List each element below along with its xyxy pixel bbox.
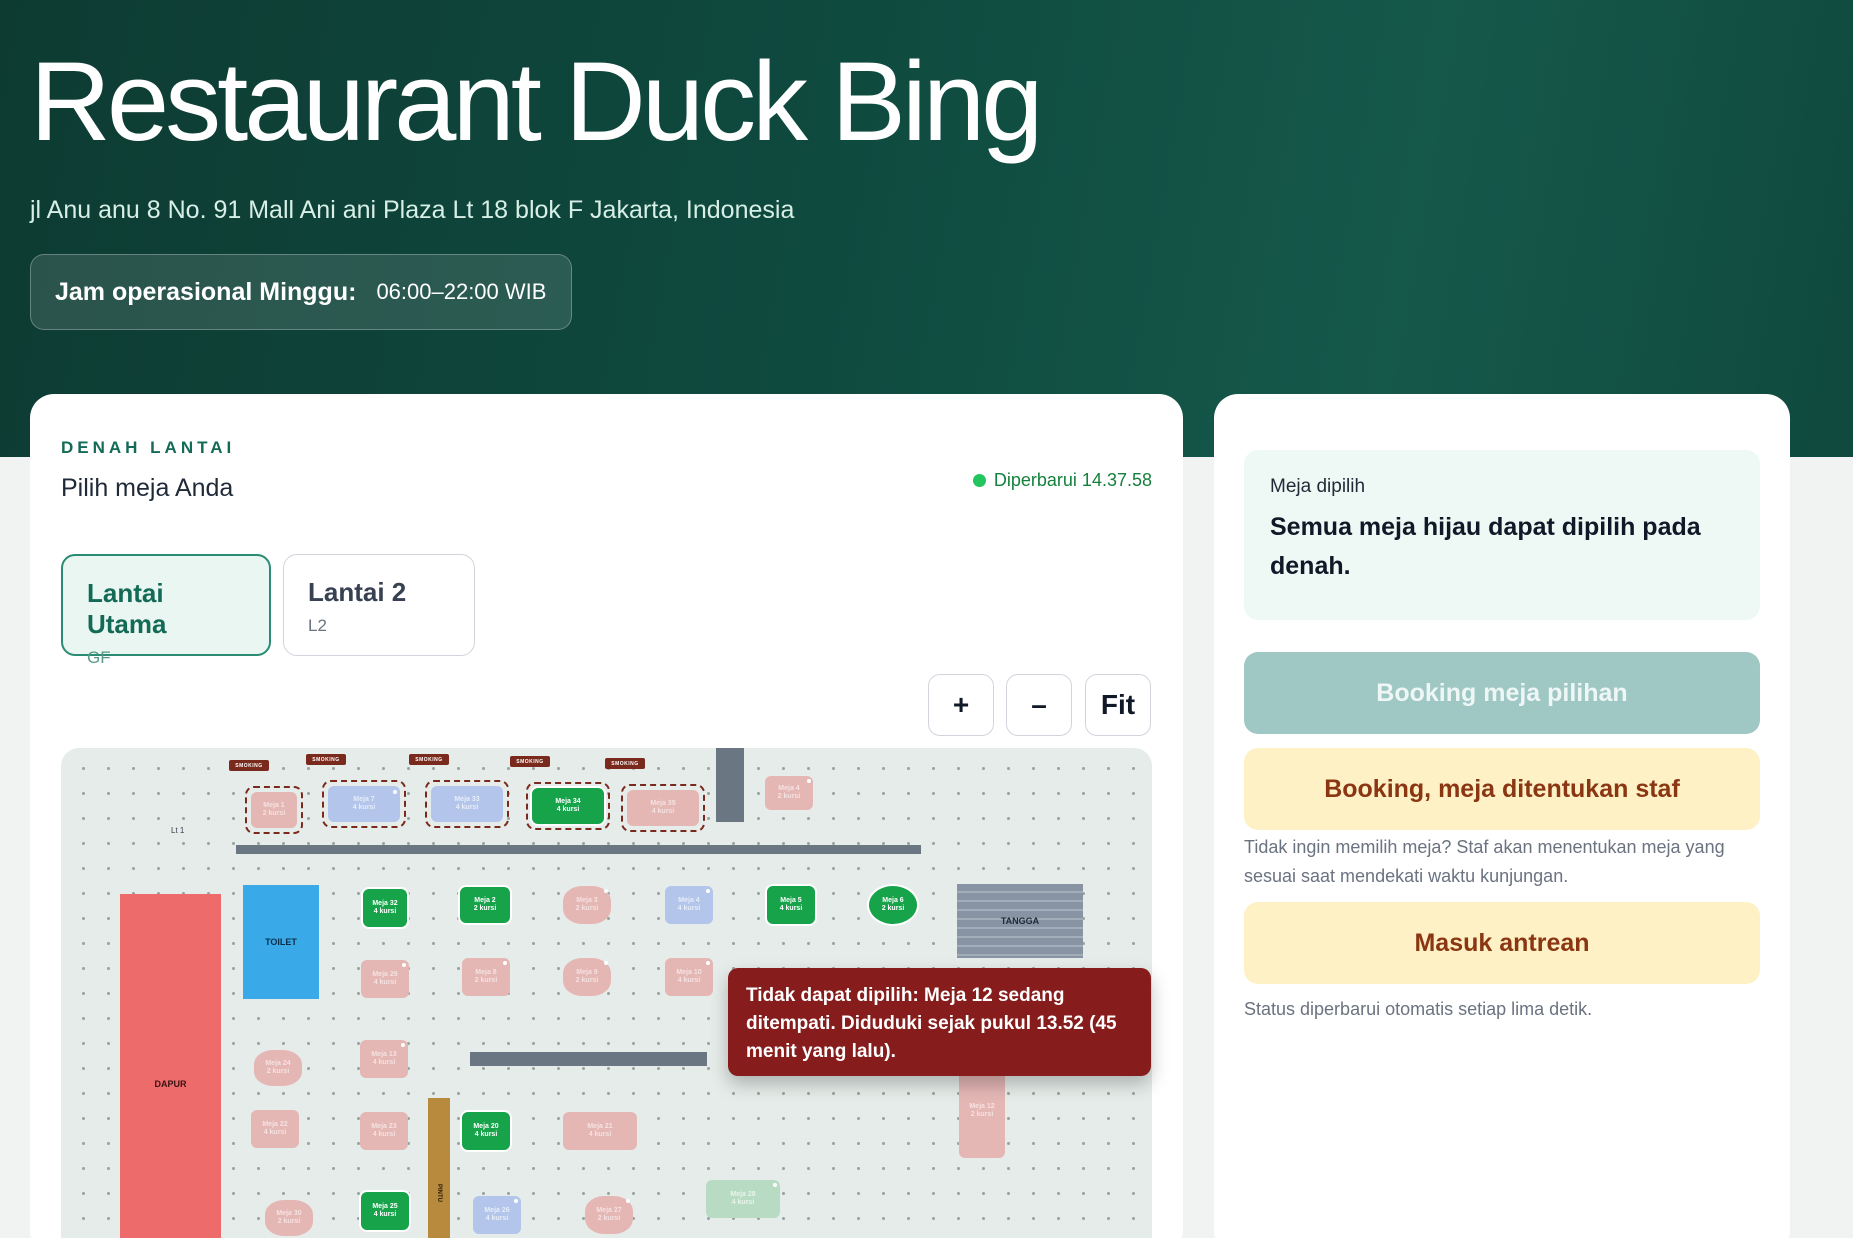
auto-update-note: Status diperbarui otomatis setiap lima d…: [1244, 999, 1593, 1019]
table-indicator: [604, 961, 608, 965]
tab-code: GF: [87, 648, 111, 667]
table-meja-12[interactable]: Meja 12 2 kursi: [959, 1064, 1005, 1158]
smoking-tag: SMOKING: [229, 760, 269, 771]
table-meja-30[interactable]: Meja 30 2 kursi: [265, 1200, 313, 1236]
smoking-tag: SMOKING: [605, 758, 645, 769]
zoom-in-button[interactable]: +: [928, 674, 994, 736]
book-staff-assigned-button[interactable]: Booking, meja ditentukan staf: [1244, 748, 1760, 830]
kitchen-area: DAPUR: [120, 894, 221, 1238]
table-meja-35[interactable]: Meja 35 4 kursi: [627, 790, 699, 826]
join-queue-button[interactable]: Masuk antrean: [1244, 902, 1760, 984]
smoking-tag: SMOKING: [306, 754, 346, 765]
restaurant-name: Restaurant Duck Bing: [30, 39, 1043, 164]
table-indicator: [503, 961, 507, 965]
table-meja-4[interactable]: Meja 4 2 kursi: [765, 776, 813, 810]
wall: [716, 748, 744, 822]
table-indicator: [604, 889, 608, 893]
opening-hours-badge: Jam operasional Minggu: 06:00–22:00 WIB: [30, 254, 572, 330]
table-meja-6[interactable]: Meja 6 2 kursi: [869, 886, 917, 924]
restaurant-address: jl Anu anu 8 No. 91 Mall Ani ani Plaza L…: [30, 196, 795, 224]
table-indicator: [706, 889, 710, 893]
smoking-tag: SMOKING: [510, 756, 550, 767]
last-updated-text: Diperbarui 14.37.58: [993, 470, 1152, 490]
table-indicator: [401, 1043, 405, 1047]
book-selected-table-button[interactable]: Booking meja pilihan: [1244, 652, 1760, 734]
staff-assign-note: Tidak ingin memilih meja? Staf akan mene…: [1244, 837, 1725, 886]
smoking-tag: SMOKING: [409, 754, 449, 765]
table-meja-2[interactable]: Meja 2 2 kursi: [460, 887, 510, 923]
stairs-area: TANGGA: [957, 884, 1083, 958]
table-meja-1[interactable]: Meja 1 2 kursi: [251, 792, 297, 828]
table-tooltip: Tidak dapat dipilih: Meja 12 sedang dite…: [728, 968, 1151, 1076]
table-indicator: [773, 1183, 777, 1187]
table-indicator: [706, 961, 710, 965]
tab-lantai-utama[interactable]: Lantai Utama GF: [61, 554, 271, 667]
selected-table-text: Semua meja hijau dapat dipilih pada dena…: [1270, 513, 1701, 580]
toilet-area: TOILET: [243, 885, 319, 999]
table-meja-21[interactable]: Meja 21 4 kursi: [563, 1112, 637, 1150]
table-meja-32[interactable]: Meja 32 4 kursi: [363, 889, 407, 927]
section-eyebrow: DENAH LANTAI: [61, 438, 236, 457]
tab-label: Lantai 2: [308, 577, 407, 607]
hours-label: Jam operasional Minggu:: [55, 277, 357, 306]
selected-table-box: Meja dipilih Semua meja hijau dapat dipi…: [1244, 450, 1760, 620]
table-meja-24[interactable]: Meja 24 2 kursi: [254, 1050, 302, 1086]
tab-label: Lantai Utama: [87, 578, 167, 639]
table-indicator: [393, 790, 397, 794]
hero-header: Restaurant Duck Bing jl Anu anu 8 No. 91…: [0, 0, 1853, 457]
tab-code: L2: [308, 616, 327, 635]
floor-plan-card: DENAH LANTAI Pilih meja Anda Diperbarui …: [30, 394, 1183, 1238]
zoom-fit-button[interactable]: Fit: [1085, 674, 1151, 736]
table-meja-28[interactable]: Meja 28 4 kursi: [706, 1180, 780, 1218]
table-meja-23[interactable]: Meja 23 4 kursi: [360, 1112, 408, 1150]
table-meja-34[interactable]: Meja 34 4 kursi: [532, 788, 604, 824]
hours-value: 06:00–22:00 WIB: [376, 279, 547, 304]
floor-label: Lt 1: [171, 826, 185, 835]
table-meja-33[interactable]: Meja 33 4 kursi: [431, 786, 503, 822]
section-subtitle: Pilih meja Anda: [61, 474, 234, 502]
last-updated-status: Diperbarui 14.37.58: [972, 470, 1152, 491]
tab-lantai-2[interactable]: Lantai 2 L2: [283, 554, 475, 656]
table-meja-7[interactable]: Meja 7 4 kursi: [328, 786, 400, 822]
table-indicator: [807, 779, 811, 783]
wall: [236, 845, 921, 854]
live-status-icon: [972, 474, 986, 487]
table-indicator: [402, 963, 406, 967]
zoom-out-button[interactable]: –: [1006, 674, 1072, 736]
selected-table-label: Meja dipilih: [1270, 476, 1366, 497]
table-meja-22[interactable]: Meja 22 4 kursi: [251, 1110, 299, 1148]
table-indicator: [626, 1199, 630, 1203]
wall: [470, 1052, 707, 1066]
table-meja-20[interactable]: Meja 20 4 kursi: [462, 1112, 510, 1150]
booking-panel: Meja dipilih Semua meja hijau dapat dipi…: [1214, 394, 1790, 1238]
table-meja-25[interactable]: Meja 25 4 kursi: [361, 1192, 409, 1230]
table-indicator: [514, 1199, 518, 1203]
door-area: PINTU: [428, 1098, 450, 1238]
table-meja-5[interactable]: Meja 5 4 kursi: [767, 886, 815, 924]
